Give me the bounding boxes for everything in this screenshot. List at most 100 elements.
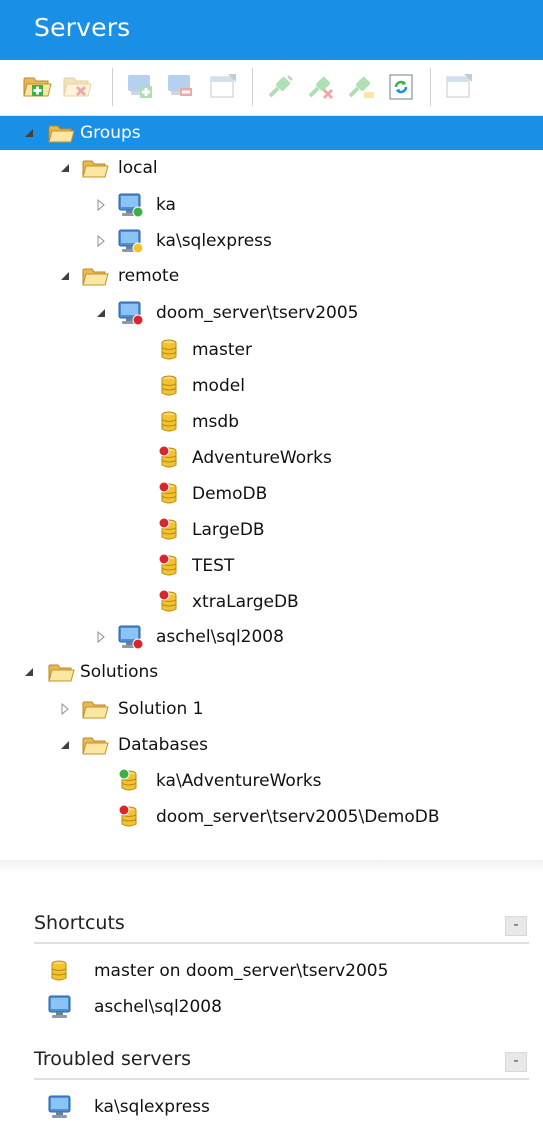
tree-node-demodb[interactable]: DemoDB bbox=[0, 477, 543, 511]
tree-node-master[interactable]: master bbox=[0, 333, 543, 367]
tree-node-msdb[interactable]: msdb bbox=[0, 405, 543, 439]
reconnect-icon bbox=[348, 77, 374, 98]
tree-node-label: ka\AdventureWorks bbox=[156, 771, 322, 791]
tree-node-label: remote bbox=[118, 266, 180, 286]
tree-node-ka[interactable]: ka bbox=[0, 188, 543, 222]
reconnect-button[interactable] bbox=[344, 70, 378, 104]
tree-node-test[interactable]: TEST bbox=[0, 549, 543, 583]
toolbar-separator bbox=[430, 68, 431, 106]
tree-node-solutions[interactable]: Solutions bbox=[0, 655, 543, 689]
refresh-icon bbox=[389, 74, 413, 100]
tree-node-largedb[interactable]: LargeDB bbox=[0, 513, 543, 547]
expander-closed-icon[interactable] bbox=[94, 234, 108, 248]
toolbar-separator bbox=[252, 68, 253, 106]
toolbar bbox=[0, 60, 543, 116]
tree-node-doom-demodb[interactable]: doom_server\tserv2005\DemoDB bbox=[0, 800, 543, 834]
troubled-servers-header: Troubled servers - bbox=[34, 1040, 529, 1080]
refresh-button[interactable] bbox=[384, 70, 418, 104]
remove-server-button[interactable] bbox=[164, 70, 198, 104]
options-button[interactable] bbox=[442, 70, 476, 104]
shortcut-item[interactable]: master on doom_server\tserv2005 bbox=[0, 954, 543, 988]
tree-node-label: model bbox=[192, 376, 245, 396]
server-online-icon bbox=[116, 191, 146, 219]
panel-title: Servers bbox=[34, 13, 131, 42]
database-error-icon bbox=[156, 588, 186, 616]
tree-node-label: Solution 1 bbox=[118, 699, 204, 719]
tree-node-label: DemoDB bbox=[192, 484, 268, 504]
tree-node-model[interactable]: model bbox=[0, 369, 543, 403]
tree-node-label: LargeDB bbox=[192, 520, 265, 540]
remove-group-button[interactable] bbox=[60, 70, 94, 104]
troubled-server-item[interactable]: ka\sqlexpress bbox=[0, 1090, 543, 1124]
folder-icon bbox=[46, 119, 76, 147]
database-icon bbox=[156, 336, 186, 364]
tree-node-label: Groups bbox=[80, 123, 141, 143]
disconnect-button[interactable] bbox=[304, 70, 338, 104]
shortcut-label: master on doom_server\tserv2005 bbox=[94, 961, 389, 981]
tree-node-label: local bbox=[118, 158, 158, 178]
folder-icon bbox=[80, 154, 110, 182]
folder-add-icon bbox=[23, 77, 52, 97]
troubled-servers-collapse-button[interactable]: - bbox=[505, 1052, 527, 1072]
tree-node-label: aschel\sql2008 bbox=[156, 627, 284, 647]
folder-remove-icon bbox=[63, 77, 92, 97]
folder-icon bbox=[80, 262, 110, 290]
toolbar-separator bbox=[112, 68, 113, 106]
expander-open-icon[interactable] bbox=[58, 269, 72, 283]
connect-button[interactable] bbox=[264, 70, 298, 104]
expander-closed-icon[interactable] bbox=[94, 198, 108, 212]
server-error-icon bbox=[116, 299, 146, 327]
add-server-button[interactable] bbox=[124, 70, 158, 104]
panel-divider bbox=[0, 860, 543, 874]
shortcut-label: aschel\sql2008 bbox=[94, 997, 222, 1017]
folder-icon bbox=[80, 731, 110, 759]
properties-button[interactable] bbox=[206, 70, 240, 104]
database-icon bbox=[46, 957, 76, 985]
tree-node-label: Solutions bbox=[80, 662, 159, 682]
database-error-icon bbox=[156, 444, 186, 472]
server-icon bbox=[46, 1093, 76, 1121]
server-add-icon bbox=[128, 75, 152, 98]
server-error-icon bbox=[116, 623, 146, 651]
tree-node-doom-server[interactable]: doom_server\tserv2005 bbox=[0, 296, 543, 330]
tree-node-label: doom_server\tserv2005 bbox=[156, 303, 359, 323]
tree-node-label: Databases bbox=[118, 735, 208, 755]
database-error-icon bbox=[156, 480, 186, 508]
tree-node-aschel[interactable]: aschel\sql2008 bbox=[0, 620, 543, 654]
shortcuts-header: Shortcuts - bbox=[34, 904, 529, 944]
expander-open-icon[interactable] bbox=[58, 738, 72, 752]
tree-node-local[interactable]: local bbox=[0, 151, 543, 185]
tree-node-groups[interactable]: Groups bbox=[0, 116, 543, 150]
tree-node-label: master bbox=[192, 340, 252, 360]
connect-icon bbox=[268, 75, 293, 98]
tree-node-ka-adventureworks[interactable]: ka\AdventureWorks bbox=[0, 764, 543, 798]
troubled-server-label: ka\sqlexpress bbox=[94, 1097, 210, 1117]
panel-header: Servers bbox=[0, 0, 543, 60]
shortcuts-collapse-button[interactable]: - bbox=[505, 916, 527, 936]
expander-open-icon[interactable] bbox=[22, 665, 36, 679]
tree-node-solution-1[interactable]: Solution 1 bbox=[0, 692, 543, 726]
tree-node-xtralargedb[interactable]: xtraLargeDB bbox=[0, 585, 543, 619]
expander-open-icon[interactable] bbox=[22, 126, 36, 140]
tree-node-label: TEST bbox=[192, 556, 235, 576]
database-icon bbox=[156, 408, 186, 436]
add-group-button[interactable] bbox=[20, 70, 54, 104]
shortcut-item[interactable]: aschel\sql2008 bbox=[0, 990, 543, 1024]
expander-closed-icon[interactable] bbox=[58, 702, 72, 716]
tree-node-label: ka\sqlexpress bbox=[156, 231, 272, 251]
folder-icon bbox=[80, 695, 110, 723]
tree-node-databases[interactable]: Databases bbox=[0, 728, 543, 762]
tree-node-adventureworks[interactable]: AdventureWorks bbox=[0, 441, 543, 475]
expander-open-icon[interactable] bbox=[58, 161, 72, 175]
folder-icon bbox=[46, 658, 76, 686]
tree-node-remote[interactable]: remote bbox=[0, 259, 543, 293]
tree-node-ka-sqlexpress[interactable]: ka\sqlexpress bbox=[0, 224, 543, 258]
tree-node-label: msdb bbox=[192, 412, 239, 432]
shortcuts-title: Shortcuts bbox=[34, 912, 125, 934]
disconnect-icon bbox=[308, 77, 334, 100]
troubled-servers-title: Troubled servers bbox=[34, 1048, 192, 1070]
expander-open-icon[interactable] bbox=[94, 306, 108, 320]
options-icon bbox=[446, 74, 472, 98]
expander-closed-icon[interactable] bbox=[94, 630, 108, 644]
server-remove-icon bbox=[168, 75, 192, 96]
